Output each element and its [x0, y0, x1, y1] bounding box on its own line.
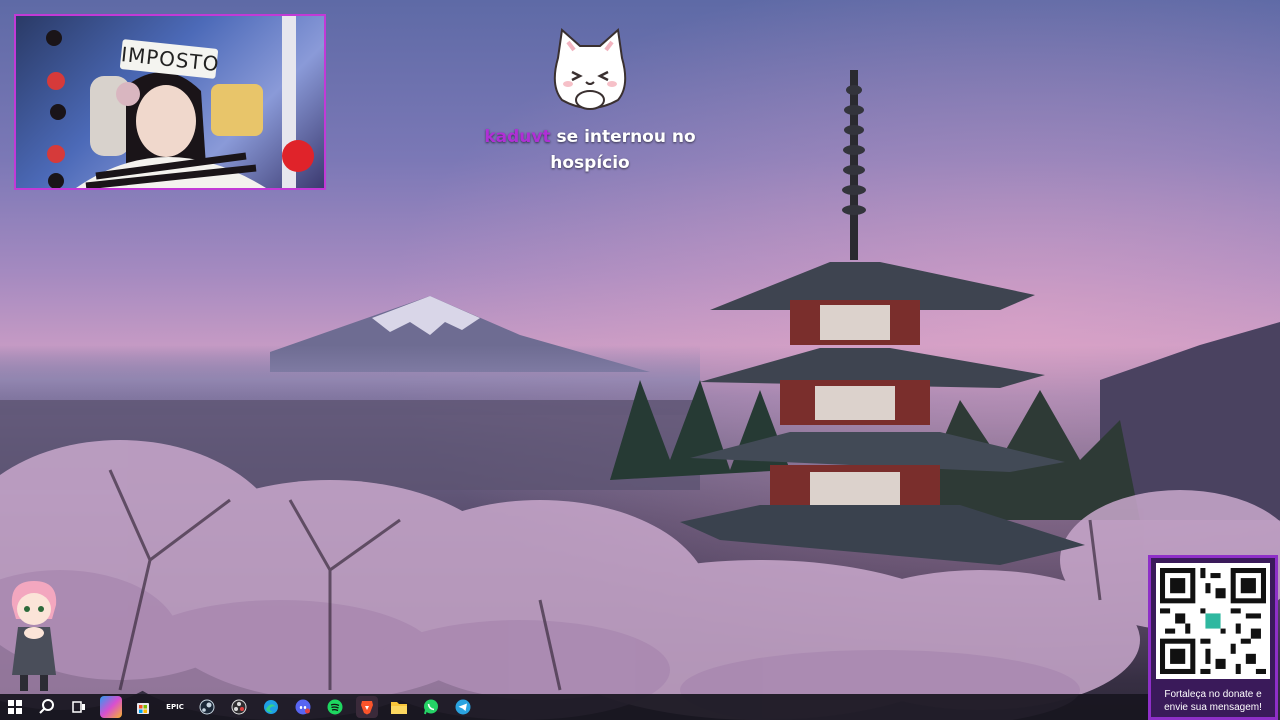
- steam-icon[interactable]: [196, 696, 218, 718]
- microsoft-store-icon[interactable]: [132, 696, 154, 718]
- spotify-icon[interactable]: [324, 696, 346, 718]
- taskbar: EPIC: [0, 694, 1148, 720]
- alert-username: kaduvt: [484, 127, 551, 147]
- qr-code[interactable]: [1156, 563, 1270, 679]
- desktop-wallpaper: IMPOSTO kaduvt se internou no hospício F…: [0, 0, 1280, 720]
- cat-sticker-icon: [553, 28, 627, 110]
- alert-message-line2: hospício: [550, 153, 630, 173]
- donate-caption-line1: Fortaleça no donate e: [1164, 689, 1262, 700]
- donate-caption-line2: envie sua mensagem!: [1164, 702, 1262, 713]
- webcam-overlay: IMPOSTO: [14, 14, 326, 190]
- alert-message-line1: se internou no: [556, 127, 696, 147]
- discord-icon[interactable]: [292, 696, 314, 718]
- epic-games-icon[interactable]: EPIC: [164, 696, 186, 718]
- donate-caption: Fortaleça no donate e envie sua mensagem…: [1151, 688, 1275, 714]
- obs-icon[interactable]: [228, 696, 250, 718]
- edge-icon[interactable]: [260, 696, 282, 718]
- telegram-icon[interactable]: [452, 696, 474, 718]
- webcam-scene: [46, 16, 314, 188]
- donate-qr-panel: Fortaleça no donate e envie sua mensagem…: [1148, 555, 1278, 720]
- copilot-icon[interactable]: [100, 696, 122, 718]
- windows-start-icon[interactable]: [4, 696, 26, 718]
- anime-mascot: [11, 581, 57, 691]
- task-view-icon[interactable]: [68, 696, 90, 718]
- stream-alert: kaduvt se internou no hospício: [420, 26, 760, 196]
- file-explorer-icon[interactable]: [388, 696, 410, 718]
- alert-message: kaduvt se internou no hospício: [420, 124, 760, 176]
- search-icon[interactable]: [36, 696, 58, 718]
- qr-code-icon: [1160, 568, 1266, 674]
- brave-icon[interactable]: [356, 696, 378, 718]
- whatsapp-icon[interactable]: [420, 696, 442, 718]
